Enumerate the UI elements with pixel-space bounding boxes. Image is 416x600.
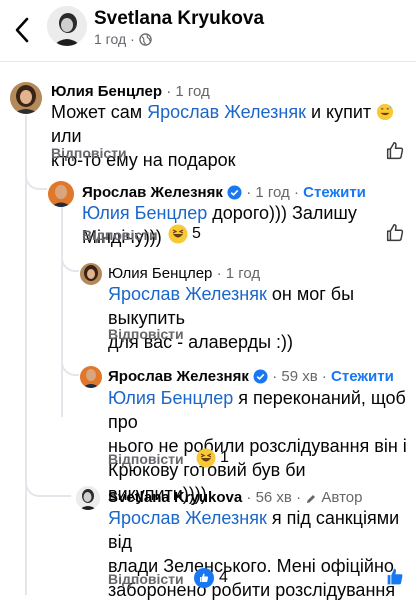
comment-time[interactable]: 59 хв [281,368,317,385]
comment-time[interactable]: 1 год [255,184,289,201]
like-icon-active[interactable] [384,566,406,588]
comment-text: Может сам Ярослав Железняк и купит или к… [51,100,406,172]
avatar[interactable] [48,181,74,207]
thread-branch [25,165,47,190]
post-header: Svetlana Kryukova 1 год · [0,0,416,62]
avatar[interactable] [47,6,87,46]
comment-time[interactable]: 1 год [226,265,260,282]
reply-button[interactable]: Відповісти [108,571,184,587]
comment-author: Ярослав Железняк · 1 год · Стежити [82,184,366,201]
like-icon[interactable] [384,140,406,162]
reply-button[interactable]: Відповісти [108,451,184,467]
avatar[interactable] [80,366,102,388]
pencil-icon [307,495,316,503]
like-reaction-icon [194,568,214,588]
comment-author: Юлия Бенцлер · 1 год [108,265,261,282]
mention-link[interactable]: Юлия Бенцлер [108,388,233,408]
follow-button[interactable]: Стежити [303,184,366,201]
reaction-summary[interactable]: 4 [194,568,228,588]
comment-author: Ярослав Железняк · 59 хв · Стежити [108,368,394,385]
reaction-summary[interactable]: 1 [196,448,229,468]
mention-link[interactable]: Ярослав Железняк [108,508,267,528]
reply-button[interactable]: Відповісти [51,145,127,161]
avatar[interactable] [80,263,102,285]
like-icon[interactable] [384,222,406,244]
comment-text: Ярослав Железняк он мог бы выкупить для … [108,284,355,352]
verified-badge-icon [227,185,242,200]
avatar[interactable] [10,82,42,114]
verified-badge-icon [253,369,268,384]
comment-author: Юлия Бенцлер · 1 год [51,83,210,100]
haha-reaction-icon [196,448,216,468]
thread-branch [25,462,71,497]
comment-time[interactable]: 1 год [175,83,209,100]
comment-author: Svetlana Kryukova · 56 хв · Автор [108,489,363,506]
thread-line [25,115,27,595]
author-badge: Автор [321,489,363,506]
back-arrow-icon[interactable] [10,14,36,46]
post-meta: 1 год · [94,31,152,47]
reply-button[interactable]: Відповісти [82,227,158,243]
thread-branch [61,247,79,272]
author-name[interactable]: Юлия Бенцлер [51,83,162,100]
comment-time[interactable]: 56 хв [256,489,292,506]
comment-text: Юлия Бенцлер я переконаний, щоб про ньог… [108,388,407,504]
post-time[interactable]: 1 год [94,31,126,47]
page-title[interactable]: Svetlana Kryukova [94,8,264,30]
reaction-count: 4 [219,569,228,586]
author-name[interactable]: Юлия Бенцлер [108,265,212,282]
thread-branch [61,345,79,376]
author-name[interactable]: Ярослав Железняк [108,368,249,385]
avatar[interactable] [76,486,100,510]
follow-button[interactable]: Стежити [331,368,394,385]
reaction-count: 5 [192,225,201,242]
mention-link[interactable]: Ярослав Железняк [108,284,267,304]
reply-button[interactable]: Відповісти [108,326,184,342]
globe-icon [139,32,152,46]
thread-line [61,207,63,417]
mention-link[interactable]: Юлия Бенцлер [82,203,207,223]
grinning-sweat-emoji-icon [377,103,394,121]
author-name[interactable]: Svetlana Kryukova [108,489,242,506]
reaction-summary[interactable]: 5 [168,224,201,244]
mention-link[interactable]: Ярослав Железняк [147,102,306,122]
haha-reaction-icon [168,224,188,244]
reaction-count: 1 [220,449,229,466]
author-name[interactable]: Ярослав Железняк [82,184,223,201]
